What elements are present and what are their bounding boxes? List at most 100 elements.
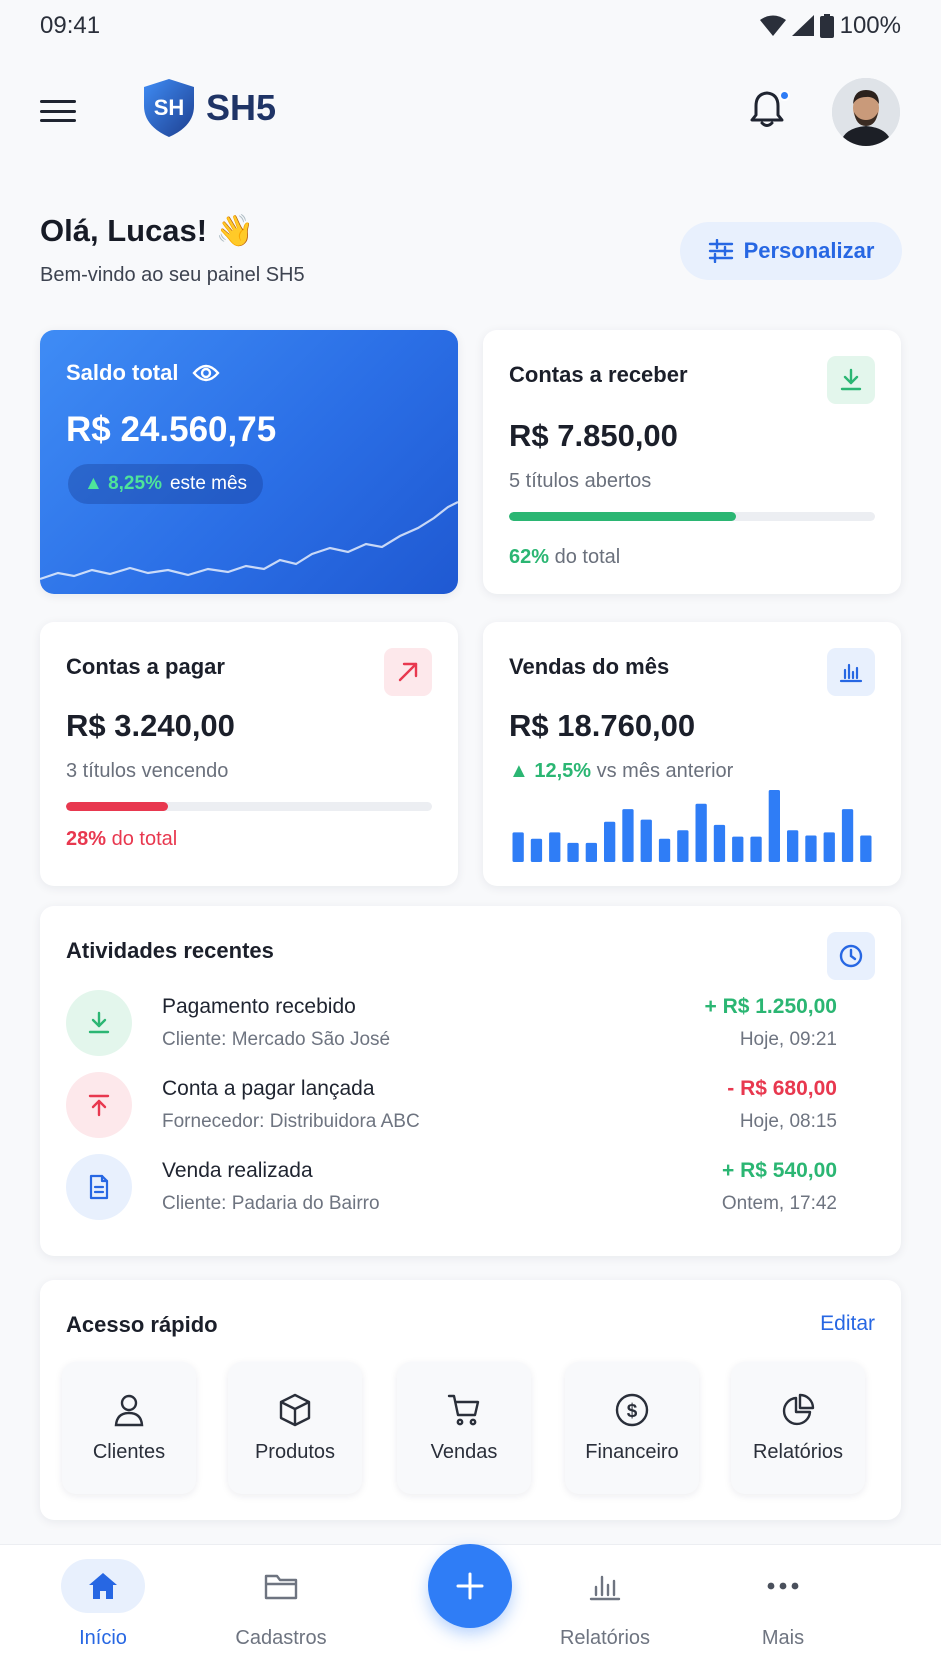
personalize-label: Personalizar bbox=[743, 238, 875, 263]
receivables-card[interactable]: Contas a receber R$ 7.850,00 5 títulos a… bbox=[483, 330, 901, 594]
quick-item-label: Financeiro bbox=[585, 1440, 679, 1463]
personalize-button[interactable]: Personalizar bbox=[680, 222, 902, 280]
activity-meta: - R$ 680,00 Hoje, 08:15 bbox=[727, 1077, 837, 1133]
notification-dot bbox=[779, 90, 790, 101]
activity-row[interactable]: Pagamento recebido Cliente: Mercado São … bbox=[66, 988, 837, 1058]
sales-bar bbox=[695, 803, 707, 862]
activity-title-text: Pagamento recebido bbox=[162, 995, 356, 1018]
document-icon bbox=[89, 1174, 109, 1200]
wifi-icon bbox=[759, 15, 786, 36]
nav-relatorios[interactable]: Relatórios bbox=[530, 1559, 680, 1650]
nav-mais[interactable]: Mais bbox=[708, 1559, 858, 1650]
activity-title: Atividades recentes bbox=[66, 938, 274, 963]
greeting-title: Olá, Lucas! 👋 bbox=[40, 213, 255, 248]
activity-text: Pagamento recebido Cliente: Mercado São … bbox=[162, 995, 704, 1051]
sales-bar bbox=[713, 824, 726, 862]
bar-chart-icon bbox=[839, 663, 863, 683]
activity-row[interactable]: Conta a pagar lançada Fornecedor: Distri… bbox=[66, 1070, 837, 1140]
user-icon bbox=[114, 1394, 144, 1426]
download-icon bbox=[840, 368, 862, 391]
quick-item-financeiro[interactable]: $ Financeiro bbox=[565, 1362, 699, 1494]
nav-label: Relatórios bbox=[559, 1627, 651, 1649]
home-icon bbox=[89, 1573, 117, 1599]
receivables-amount: R$ 7.850,00 bbox=[509, 418, 678, 453]
activity-row[interactable]: Venda realizada Cliente: Padaria do Bair… bbox=[66, 1152, 837, 1222]
clock-icon bbox=[839, 944, 863, 968]
quick-access-edit-link[interactable]: Editar bbox=[820, 1312, 875, 1336]
bar-chart-icon bbox=[589, 1575, 621, 1601]
sales-bar bbox=[604, 821, 616, 862]
activity-icon-wrap bbox=[66, 990, 132, 1056]
activity-icon-wrap bbox=[66, 1072, 132, 1138]
sales-bar bbox=[860, 835, 872, 862]
plus-icon bbox=[456, 1572, 484, 1600]
activity-description: Cliente: Mercado São José bbox=[162, 1029, 391, 1050]
nav-inicio[interactable]: Início bbox=[28, 1559, 178, 1650]
nav-icon-wrap bbox=[239, 1559, 323, 1613]
signal-icon bbox=[791, 15, 814, 36]
sales-bar bbox=[805, 835, 817, 862]
svg-text:$: $ bbox=[627, 1401, 638, 1422]
payables-percent-row: 28% do total bbox=[66, 828, 177, 851]
quick-access-card: Acesso rápido Editar Clientes Produtos V… bbox=[40, 1280, 901, 1520]
payables-title: Contas a pagar bbox=[66, 654, 225, 679]
box-icon bbox=[279, 1393, 311, 1426]
balance-title: Saldo total bbox=[66, 360, 179, 385]
folder-icon bbox=[264, 1574, 298, 1600]
quick-access-title: Acesso rápido bbox=[66, 1312, 218, 1337]
user-avatar[interactable] bbox=[832, 78, 900, 146]
activity-meta: + R$ 1.250,00 Hoje, 09:21 bbox=[704, 995, 837, 1051]
payables-percent: 28% bbox=[66, 828, 107, 850]
sliders-icon bbox=[708, 239, 733, 263]
payables-progress-fill bbox=[66, 802, 169, 811]
notification-button[interactable] bbox=[750, 90, 790, 134]
status-time: 09:41 bbox=[40, 12, 101, 39]
greeting-subtitle: Bem-vindo ao seu painel SH5 bbox=[40, 264, 305, 286]
quick-item-clientes[interactable]: Clientes bbox=[62, 1362, 196, 1494]
activity-amount: - R$ 680,00 bbox=[727, 1077, 837, 1100]
receivables-subtitle: 5 títulos abertos bbox=[509, 470, 652, 492]
sales-bar-chart bbox=[512, 790, 872, 862]
hamburger-icon bbox=[40, 100, 76, 103]
receivables-title: Contas a receber bbox=[509, 362, 688, 387]
app-logo: SH SH5 bbox=[142, 78, 276, 138]
sales-bar bbox=[640, 819, 652, 862]
sales-bar bbox=[622, 809, 634, 862]
add-button[interactable] bbox=[428, 1544, 512, 1628]
history-button[interactable] bbox=[827, 932, 875, 980]
payables-card[interactable]: Contas a pagar R$ 3.240,00 3 títulos ven… bbox=[40, 622, 458, 886]
sales-bar bbox=[658, 838, 671, 862]
sales-bar bbox=[787, 830, 799, 862]
receivables-percent: 62% bbox=[509, 546, 550, 568]
more-icon bbox=[767, 1582, 799, 1590]
sales-change: ▲ 12,5% bbox=[509, 760, 592, 782]
payables-badge bbox=[384, 648, 432, 696]
balance-trend-line bbox=[40, 501, 458, 581]
sales-change-suffix: vs mês anterior bbox=[596, 760, 734, 782]
activity-amount: + R$ 540,00 bbox=[721, 1159, 837, 1182]
sales-bar bbox=[823, 832, 835, 862]
battery-level: 100% bbox=[839, 12, 901, 39]
sales-bar bbox=[512, 832, 524, 862]
sales-bar bbox=[732, 836, 744, 862]
balance-amount: R$ 24.560,75 bbox=[66, 410, 277, 449]
sales-bar bbox=[567, 842, 579, 862]
quick-item-produtos[interactable]: Produtos bbox=[228, 1362, 362, 1494]
receivables-percent-suffix: do total bbox=[554, 546, 621, 568]
nav-icon-wrap bbox=[563, 1559, 647, 1613]
brand-name: SH5 bbox=[206, 87, 277, 128]
dollar-icon: $ bbox=[615, 1393, 649, 1426]
nav-cadastros[interactable]: Cadastros bbox=[206, 1559, 356, 1650]
quick-item-relatorios[interactable]: Relatórios bbox=[731, 1362, 865, 1494]
activity-meta: + R$ 540,00 Ontem, 17:42 bbox=[722, 1159, 837, 1215]
activity-description: Fornecedor: Distribuidora ABC bbox=[162, 1111, 420, 1132]
battery-icon bbox=[819, 14, 834, 38]
quick-item-vendas[interactable]: Vendas bbox=[397, 1362, 531, 1494]
eye-icon[interactable] bbox=[192, 363, 221, 383]
sales-bar bbox=[750, 836, 762, 862]
sales-card[interactable]: Vendas do mês R$ 18.760,00 ▲ 12,5% vs mê… bbox=[483, 622, 901, 886]
nav-icon-wrap bbox=[741, 1559, 825, 1613]
menu-button[interactable] bbox=[40, 96, 76, 126]
avatar-image bbox=[832, 78, 900, 146]
balance-card[interactable]: Saldo total R$ 24.560,75 ▲ 8,25% este mê… bbox=[40, 330, 458, 594]
